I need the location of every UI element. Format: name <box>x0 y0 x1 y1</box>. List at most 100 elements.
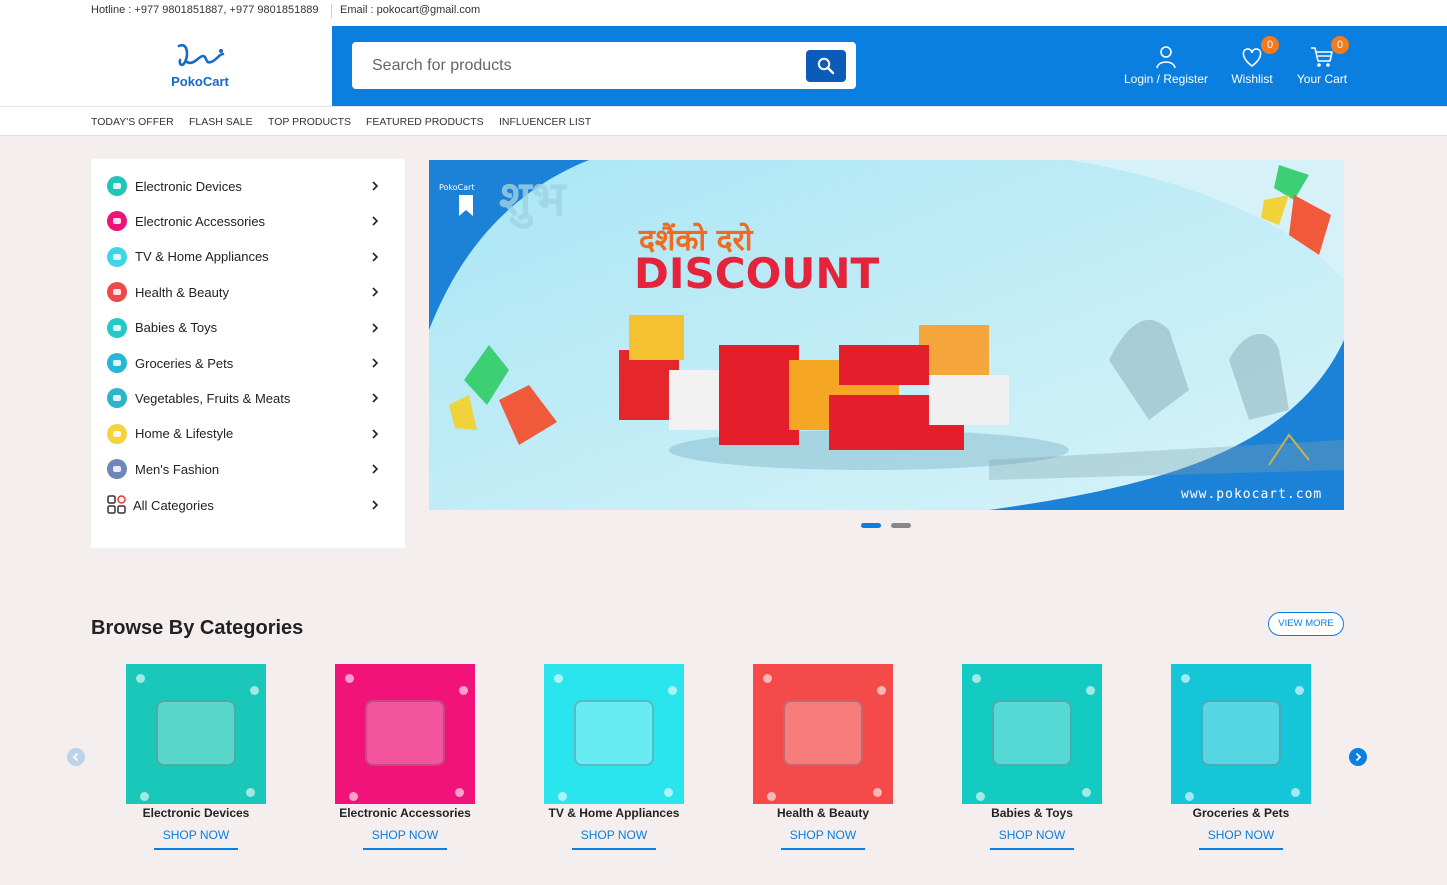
category-card-name: Electronic Accessories <box>339 806 471 820</box>
shirt-icon <box>107 459 127 480</box>
category-item[interactable]: Men's Fashion <box>107 454 389 484</box>
category-label: All Categories <box>133 497 214 513</box>
decor-bubble <box>140 792 149 801</box>
nav-top-products[interactable]: TOP PRODUCTS <box>268 116 351 128</box>
search-input[interactable] <box>352 42 802 89</box>
decor-bubble <box>349 792 358 801</box>
baby-illustration[interactable] <box>962 664 1102 804</box>
product-illustration <box>156 700 236 766</box>
decor-bubble <box>459 686 468 695</box>
category-item-all[interactable]: All Categories <box>107 490 389 520</box>
carousel-prev-button[interactable] <box>67 748 85 766</box>
divider <box>331 4 332 18</box>
product-illustration <box>574 700 654 766</box>
shop-now-link[interactable]: SHOP NOW <box>990 828 1074 850</box>
decor-bubble <box>767 792 776 801</box>
category-item[interactable]: Electronic Devices <box>107 171 389 201</box>
decor-bubble <box>1082 788 1091 797</box>
category-item[interactable]: Electronic Accessories <box>107 206 389 236</box>
search-button[interactable] <box>806 50 846 82</box>
beauty-illustration[interactable] <box>753 664 893 804</box>
shop-now-link[interactable]: SHOP NOW <box>1199 828 1283 850</box>
category-label: Vegetables, Fruits & Meats <box>135 390 291 406</box>
cart-link[interactable]: 0 Your Cart <box>1294 36 1350 86</box>
view-more-button[interactable]: VIEW MORE <box>1268 612 1344 636</box>
decor-bubble <box>1181 674 1190 683</box>
category-item[interactable]: Babies & Toys <box>107 313 389 343</box>
category-menu: All Categories Electronic Devices Electro… <box>91 159 405 548</box>
category-item[interactable]: Health & Beauty <box>107 277 389 307</box>
decor-bubble <box>558 792 567 801</box>
category-card[interactable]: Health & Beauty SHOP NOW <box>753 664 893 850</box>
wishlist-count-badge: 0 <box>1261 36 1279 54</box>
category-card[interactable]: Babies & Toys SHOP NOW <box>962 664 1102 850</box>
category-item[interactable]: Home & Lifestyle <box>107 419 389 449</box>
nav-flash-sale[interactable]: FLASH SALE <box>189 116 253 128</box>
shop-now-link[interactable]: SHOP NOW <box>363 828 447 850</box>
category-card[interactable]: Electronic Accessories SHOP NOW <box>335 664 475 850</box>
category-card-name: TV & Home Appliances <box>548 806 680 820</box>
chevron-right-icon <box>1355 752 1362 762</box>
cart-label: Your Cart <box>1296 72 1348 86</box>
category-card[interactable]: TV & Home Appliances SHOP NOW <box>544 664 684 850</box>
product-illustration <box>992 700 1072 766</box>
decor-bubble <box>877 686 886 695</box>
decor-bubble <box>972 674 981 683</box>
speaker-illustration[interactable] <box>335 664 475 804</box>
category-card[interactable]: Electronic Devices SHOP NOW <box>126 664 266 850</box>
tv-icon <box>107 246 127 267</box>
chevron-right-icon <box>372 500 379 510</box>
cart-count-badge: 0 <box>1331 36 1349 54</box>
shop-now-link[interactable]: SHOP NOW <box>781 828 865 850</box>
banner-artwork: दशैंको दरो DISCOUNT शुभ PokoCart www.pok… <box>429 160 1344 510</box>
chevron-left-icon <box>72 752 79 762</box>
carousel-next-button[interactable] <box>1349 748 1367 766</box>
chevron-right-icon <box>372 216 379 226</box>
category-label: TV & Home Appliances <box>135 249 269 265</box>
decor-bubble <box>1086 686 1095 695</box>
decor-bubble <box>976 792 985 801</box>
category-label: Electronic Devices <box>135 178 242 194</box>
shop-now-link[interactable]: SHOP NOW <box>572 828 656 850</box>
main-nav: TODAY'S OFFER FLASH SALE TOP PRODUCTS FE… <box>0 106 1447 136</box>
category-item[interactable]: Vegetables, Fruits & Meats <box>107 383 389 413</box>
carousel-dot-active[interactable] <box>861 523 881 528</box>
grid-icon <box>107 495 127 515</box>
banner-headline: DISCOUNT <box>634 249 880 298</box>
site-logo[interactable]: PokoCart <box>163 40 237 92</box>
laptop-illustration[interactable] <box>126 664 266 804</box>
browse-categories-title: Browse By Categories <box>91 617 304 639</box>
category-card-name: Electronic Devices <box>142 806 250 820</box>
product-illustration <box>1201 700 1281 766</box>
decor-bubble <box>250 686 259 695</box>
hotline-text: Hotline : +977 9801851887, +977 98018518… <box>91 4 319 16</box>
category-label: Home & Lifestyle <box>135 426 234 442</box>
login-register-link[interactable]: Login / Register <box>1120 44 1212 86</box>
category-item[interactable]: TV & Home Appliances <box>107 242 389 272</box>
shop-now-link[interactable]: SHOP NOW <box>154 828 238 850</box>
decor-bubble <box>1295 686 1304 695</box>
user-icon <box>1153 44 1179 70</box>
chevron-right-icon <box>372 464 379 474</box>
category-label: Groceries & Pets <box>135 355 234 371</box>
decor-bubble <box>246 788 255 797</box>
product-illustration <box>783 700 863 766</box>
appliance-illustration[interactable] <box>544 664 684 804</box>
category-label: Men's Fashion <box>135 461 220 477</box>
carousel-dot[interactable] <box>891 523 911 528</box>
hero-banner[interactable]: दशैंको दरो DISCOUNT शुभ PokoCart www.pok… <box>429 160 1344 510</box>
category-item[interactable]: Groceries & Pets <box>107 348 389 378</box>
logo-text: PokoCart <box>171 74 229 89</box>
grocery-illustration[interactable] <box>1171 664 1311 804</box>
nav-influencer-list[interactable]: INFLUENCER LIST <box>499 116 591 128</box>
decor-bubble <box>668 686 677 695</box>
nav-featured-products[interactable]: FEATURED PRODUCTS <box>366 116 484 128</box>
nav-todays-offer[interactable]: TODAY'S OFFER <box>91 116 174 128</box>
category-card[interactable]: Groceries & Pets SHOP NOW <box>1171 664 1311 850</box>
category-card-name: Babies & Toys <box>991 806 1073 820</box>
logo-icon <box>177 43 225 67</box>
decor-bubble <box>455 788 464 797</box>
wishlist-link[interactable]: 0 Wishlist <box>1228 36 1279 86</box>
sofa-icon <box>107 423 127 444</box>
category-label: Health & Beauty <box>135 284 229 300</box>
